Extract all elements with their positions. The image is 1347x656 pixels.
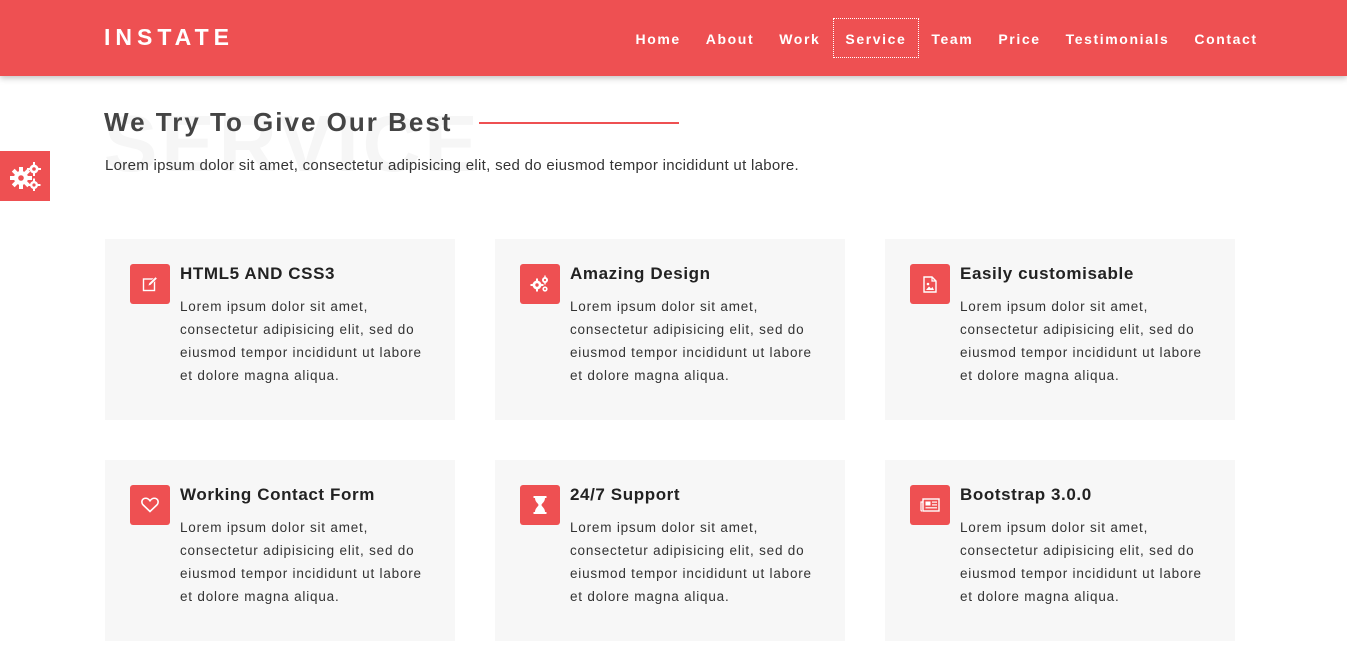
feature-title: HTML5 AND CSS3 [180,264,336,283]
feature-text: Lorem ipsum dolor sit amet, consectetur … [570,520,812,604]
newspaper-icon [910,485,950,525]
nav-item-about[interactable]: About [693,18,766,58]
gears-icon [520,264,560,304]
hourglass-icon [520,485,560,525]
gears-icon [10,162,41,191]
feature-title: 24/7 Support [570,485,681,504]
feature-text: Lorem ipsum dolor sit amet, consectetur … [180,299,422,383]
section-description: Lorem ipsum dolor sit amet, consectetur … [105,157,799,174]
nav-item-service[interactable]: Service [832,18,919,58]
feature-title: Amazing Design [570,264,711,283]
feature-text: Lorem ipsum dolor sit amet, consectetur … [570,299,812,383]
feature-card-design: Amazing Design Lorem ipsum dolor sit ame… [495,239,845,420]
nav-item-team[interactable]: Team [919,18,986,58]
heart-icon [130,485,170,525]
feature-card-bootstrap: Bootstrap 3.0.0 Lorem ipsum dolor sit am… [885,460,1235,641]
main-nav: Home About Work Service Team Price Testi… [623,18,1270,58]
feature-card-support: 24/7 Support Lorem ipsum dolor sit amet,… [495,460,845,641]
feature-text: Lorem ipsum dolor sit amet, consectetur … [960,299,1202,383]
edit-icon [130,264,170,304]
brand-logo[interactable]: INSTATE [104,24,234,51]
feature-card-contact-form: Working Contact Form Lorem ipsum dolor s… [105,460,455,641]
settings-toggle-button[interactable] [0,151,50,201]
nav-item-price[interactable]: Price [986,18,1053,58]
section-title: We Try To Give Our Best [104,107,453,137]
title-divider [479,122,679,124]
nav-item-home[interactable]: Home [623,18,693,58]
feature-title: Bootstrap 3.0.0 [960,485,1092,504]
feature-title: Easily customisable [960,264,1134,283]
feature-card-customisable: Easily customisable Lorem ipsum dolor si… [885,239,1235,420]
feature-text: Lorem ipsum dolor sit amet, consectetur … [180,520,422,604]
feature-text: Lorem ipsum dolor sit amet, consectetur … [960,520,1202,604]
feature-card-html5: HTML5 AND CSS3 Lorem ipsum dolor sit ame… [105,239,455,420]
nav-item-work[interactable]: Work [767,18,833,58]
feature-title: Working Contact Form [180,485,375,504]
top-navbar: INSTATE Home About Work Service Team Pri… [0,0,1347,76]
image-file-icon [910,264,950,304]
nav-item-contact[interactable]: Contact [1182,18,1270,58]
nav-item-testimonials[interactable]: Testimonials [1053,18,1182,58]
